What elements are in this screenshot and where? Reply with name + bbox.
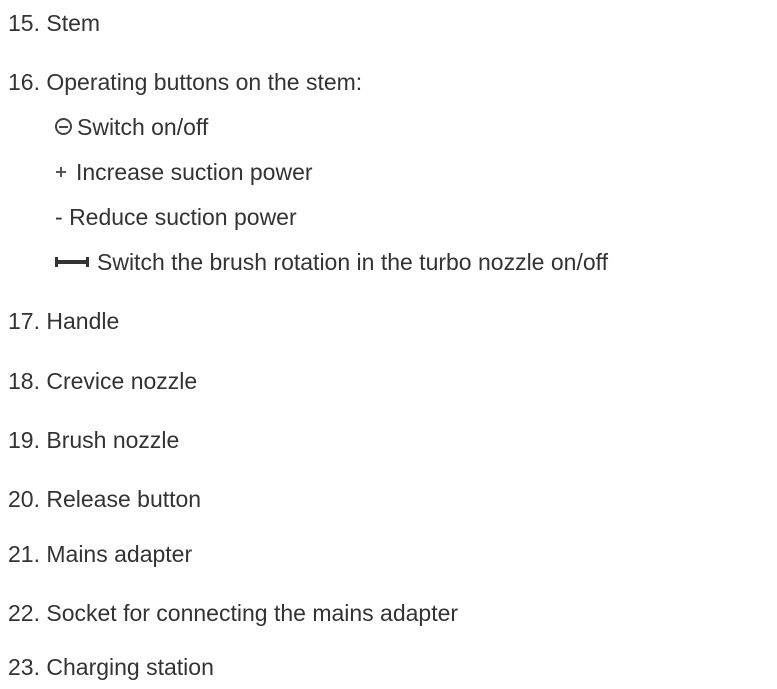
item-number: 17.: [8, 308, 40, 334]
item-text: Socket for connecting the mains adapter: [46, 600, 459, 626]
item-number: 18.: [8, 368, 40, 394]
brush-rotation-icon: [55, 256, 89, 267]
item-number: 21.: [8, 541, 40, 567]
sub-item-text: Reduce suction power: [69, 204, 297, 230]
plus-icon: [56, 166, 66, 177]
sub-item-text: Switch on/off: [77, 114, 209, 140]
list-item-stem: 15. Stem: [8, 8, 100, 38]
item-text: Stem: [46, 10, 101, 36]
list-item-crevice-nozzle: 18. Crevice nozzle: [8, 366, 197, 396]
item-text: Charging station: [46, 654, 214, 680]
item-text: Mains adapter: [46, 541, 193, 567]
item-number: 23.: [8, 654, 40, 680]
list-item-charging-station: 23. Charging station: [8, 652, 214, 682]
item-number: 22.: [8, 600, 40, 626]
item-number: 20.: [8, 486, 40, 512]
item-text: Operating buttons on the stem:: [46, 69, 363, 95]
list-item-handle: 17. Handle: [8, 306, 119, 336]
sub-item-increase-suction: Increase suction power: [55, 157, 313, 187]
item-text: Crevice nozzle: [46, 368, 198, 394]
sub-item-switch-onoff: Switch on/off: [55, 112, 208, 142]
list-item-socket: 22. Socket for connecting the mains adap…: [8, 598, 458, 628]
item-number: 19.: [8, 427, 40, 453]
item-text: Release button: [46, 486, 202, 512]
list-item-brush-nozzle: 19. Brush nozzle: [8, 425, 179, 455]
item-number: 15.: [8, 10, 40, 36]
list-item-mains-adapter: 21. Mains adapter: [8, 539, 192, 569]
item-text: Brush nozzle: [46, 427, 180, 453]
list-item-operating-buttons: 16. Operating buttons on the stem:: [8, 67, 362, 97]
list-item-release-button: 20. Release button: [8, 484, 201, 514]
sub-item-brush-rotation: Switch the brush rotation in the turbo n…: [55, 247, 608, 277]
item-number: 16.: [8, 69, 40, 95]
sub-item-text: Switch the brush rotation in the turbo n…: [97, 249, 608, 275]
minus-text: -: [55, 204, 63, 230]
sub-item-text: Increase suction power: [76, 159, 313, 185]
item-text: Handle: [46, 308, 120, 334]
power-onoff-icon: [55, 118, 72, 136]
sub-item-reduce-suction: - Reduce suction power: [55, 202, 297, 232]
